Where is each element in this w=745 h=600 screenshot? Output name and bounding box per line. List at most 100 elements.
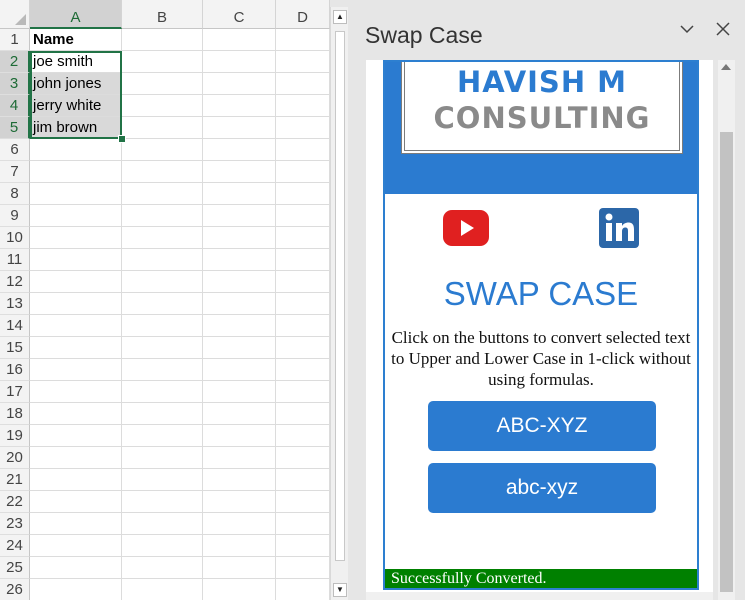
pane-scroll-up-icon[interactable] [721, 64, 731, 70]
cell-a17[interactable] [30, 381, 122, 403]
cell-b26[interactable] [122, 579, 203, 600]
row-header-21[interactable]: 21 [0, 469, 30, 491]
select-all-corner[interactable] [0, 0, 30, 29]
cell-b17[interactable] [122, 381, 203, 403]
cell-a4[interactable]: jerry white [30, 95, 122, 117]
cell-a24[interactable] [30, 535, 122, 557]
row-header-3[interactable]: 3 [0, 73, 30, 95]
cell-d9[interactable] [276, 205, 330, 227]
lowercase-button[interactable]: abc-xyz [428, 463, 656, 513]
row-header-17[interactable]: 17 [0, 381, 30, 403]
cell-c16[interactable] [203, 359, 276, 381]
row-header-25[interactable]: 25 [0, 557, 30, 579]
cell-a1[interactable]: Name [30, 29, 122, 51]
cell-b13[interactable] [122, 293, 203, 315]
cell-d20[interactable] [276, 447, 330, 469]
cell-a19[interactable] [30, 425, 122, 447]
row-header-16[interactable]: 16 [0, 359, 30, 381]
cell-b2[interactable] [122, 51, 203, 73]
cell-c7[interactable] [203, 161, 276, 183]
cell-d6[interactable] [276, 139, 330, 161]
cell-d23[interactable] [276, 513, 330, 535]
cell-c20[interactable] [203, 447, 276, 469]
cell-b6[interactable] [122, 139, 203, 161]
cell-a7[interactable] [30, 161, 122, 183]
linkedin-icon[interactable] [599, 208, 639, 248]
row-header-23[interactable]: 23 [0, 513, 30, 535]
cell-d4[interactable] [276, 95, 330, 117]
row-header-14[interactable]: 14 [0, 315, 30, 337]
cell-d1[interactable] [276, 29, 330, 51]
cell-a12[interactable] [30, 271, 122, 293]
cell-a13[interactable] [30, 293, 122, 315]
cell-d10[interactable] [276, 227, 330, 249]
cell-d15[interactable] [276, 337, 330, 359]
row-header-5[interactable]: 5 [0, 117, 30, 139]
cell-a21[interactable] [30, 469, 122, 491]
row-header-19[interactable]: 19 [0, 425, 30, 447]
pane-vertical-scrollbar[interactable] [718, 60, 735, 600]
cell-b16[interactable] [122, 359, 203, 381]
fill-handle[interactable] [118, 135, 126, 143]
cell-b5[interactable] [122, 117, 203, 139]
cell-d17[interactable] [276, 381, 330, 403]
cell-c2[interactable] [203, 51, 276, 73]
cell-c8[interactable] [203, 183, 276, 205]
cell-d12[interactable] [276, 271, 330, 293]
cell-c1[interactable] [203, 29, 276, 51]
cell-a8[interactable] [30, 183, 122, 205]
cell-a18[interactable] [30, 403, 122, 425]
sheet-scroll-thumb[interactable] [335, 31, 345, 561]
cell-b24[interactable] [122, 535, 203, 557]
row-header-11[interactable]: 11 [0, 249, 30, 271]
cell-b9[interactable] [122, 205, 203, 227]
pane-horizontal-scrollbar[interactable] [366, 592, 713, 600]
row-header-20[interactable]: 20 [0, 447, 30, 469]
cell-d16[interactable] [276, 359, 330, 381]
cell-b15[interactable] [122, 337, 203, 359]
row-header-15[interactable]: 15 [0, 337, 30, 359]
cell-c13[interactable] [203, 293, 276, 315]
cell-b23[interactable] [122, 513, 203, 535]
cell-c11[interactable] [203, 249, 276, 271]
uppercase-button[interactable]: ABC-XYZ [428, 401, 656, 451]
cell-b19[interactable] [122, 425, 203, 447]
cell-a23[interactable] [30, 513, 122, 535]
cell-b22[interactable] [122, 491, 203, 513]
row-header-22[interactable]: 22 [0, 491, 30, 513]
cell-c15[interactable] [203, 337, 276, 359]
cell-b3[interactable] [122, 73, 203, 95]
cell-a20[interactable] [30, 447, 122, 469]
cell-c25[interactable] [203, 557, 276, 579]
cell-b10[interactable] [122, 227, 203, 249]
scroll-up-arrow-icon[interactable]: ▲ [333, 10, 347, 24]
cell-d8[interactable] [276, 183, 330, 205]
cell-b1[interactable] [122, 29, 203, 51]
cell-d13[interactable] [276, 293, 330, 315]
row-header-10[interactable]: 10 [0, 227, 30, 249]
cell-a16[interactable] [30, 359, 122, 381]
row-header-9[interactable]: 9 [0, 205, 30, 227]
cell-d18[interactable] [276, 403, 330, 425]
cell-b18[interactable] [122, 403, 203, 425]
cell-c19[interactable] [203, 425, 276, 447]
cell-b21[interactable] [122, 469, 203, 491]
cell-a10[interactable] [30, 227, 122, 249]
cell-d14[interactable] [276, 315, 330, 337]
row-header-13[interactable]: 13 [0, 293, 30, 315]
cell-b7[interactable] [122, 161, 203, 183]
close-icon[interactable] [716, 22, 730, 36]
row-header-4[interactable]: 4 [0, 95, 30, 117]
cell-d22[interactable] [276, 491, 330, 513]
cell-b20[interactable] [122, 447, 203, 469]
row-header-18[interactable]: 18 [0, 403, 30, 425]
cell-b11[interactable] [122, 249, 203, 271]
cell-a25[interactable] [30, 557, 122, 579]
cell-a9[interactable] [30, 205, 122, 227]
scroll-down-arrow-icon[interactable]: ▼ [333, 583, 347, 597]
cell-d7[interactable] [276, 161, 330, 183]
cell-a14[interactable] [30, 315, 122, 337]
cell-d25[interactable] [276, 557, 330, 579]
pane-scroll-thumb[interactable] [720, 132, 733, 592]
cell-c14[interactable] [203, 315, 276, 337]
